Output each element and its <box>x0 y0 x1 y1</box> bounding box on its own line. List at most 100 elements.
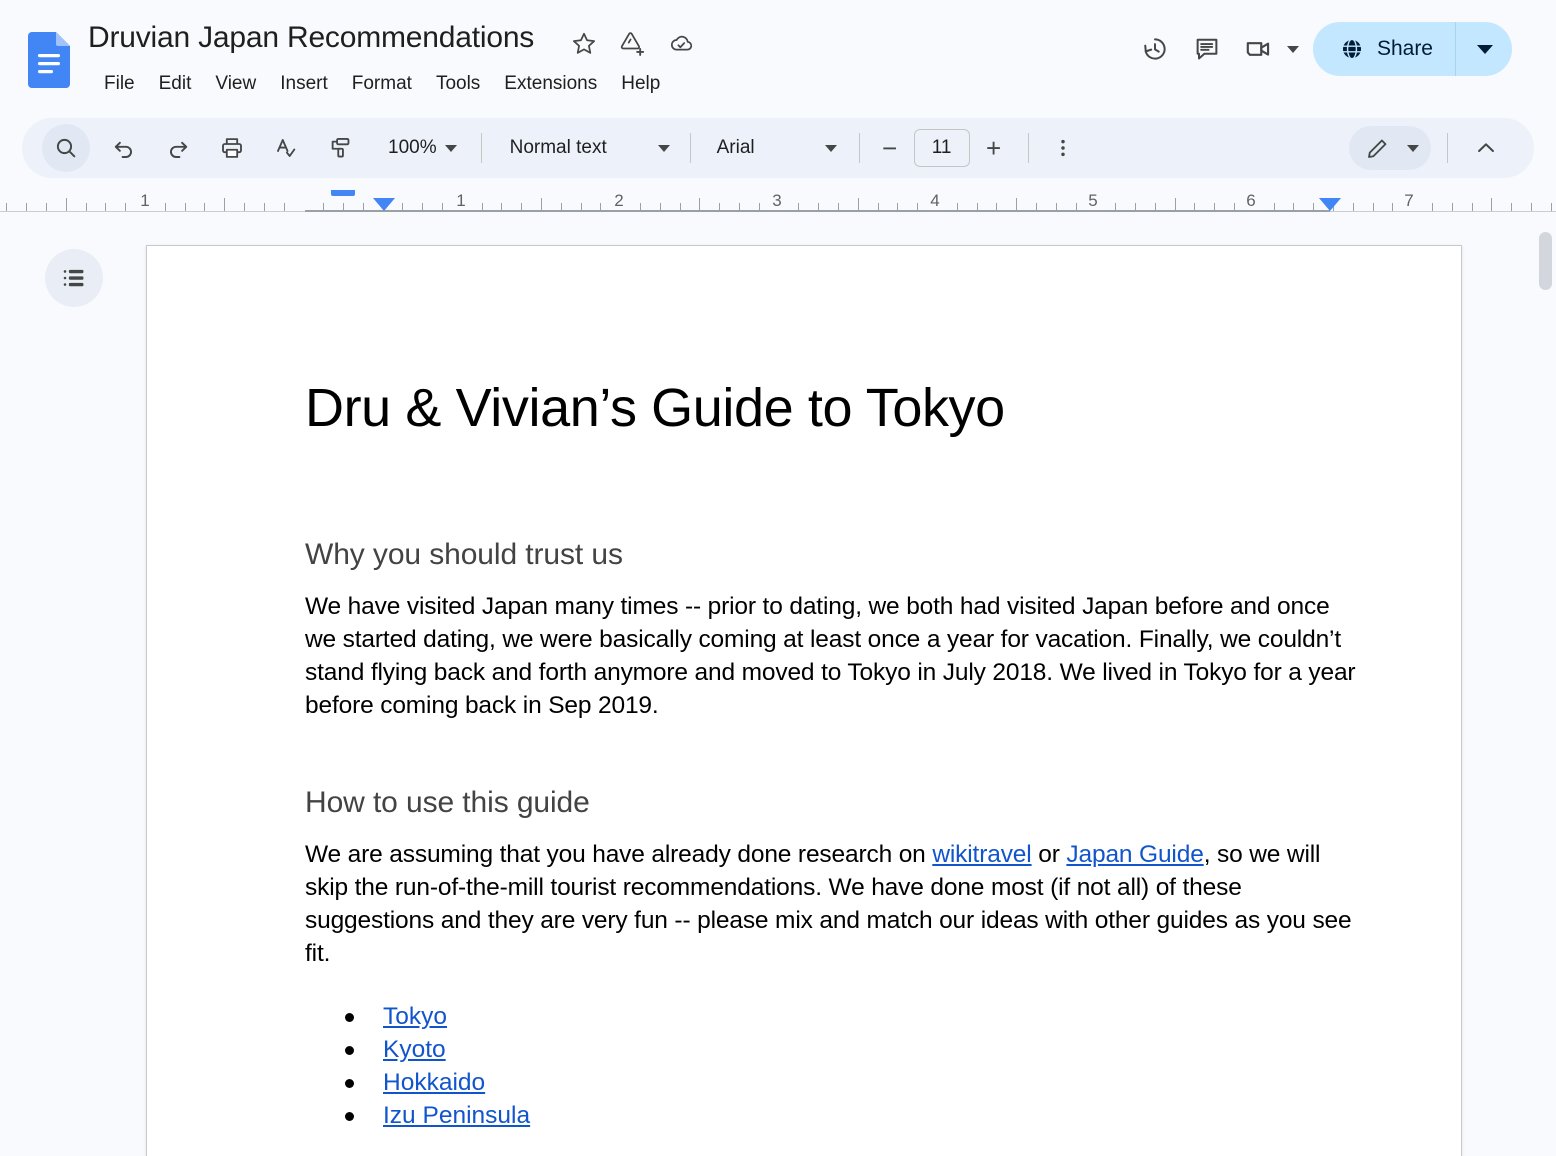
font-family-dropdown[interactable]: Arial <box>705 127 845 169</box>
left-indent-marker[interactable] <box>373 198 395 211</box>
toolbar-separator-5 <box>1447 133 1448 163</box>
star-icon[interactable] <box>570 30 598 58</box>
share-main-area[interactable]: Share <box>1313 22 1456 76</box>
document-ruler[interactable]: 1 1 2 3 4 5 6 7 <box>0 190 1556 218</box>
increase-font-size-button[interactable]: + <box>974 128 1014 168</box>
search-button[interactable] <box>42 124 90 172</box>
ruler-tick <box>1373 203 1374 211</box>
vertical-scrollbar-thumb[interactable] <box>1539 232 1552 290</box>
menu-insert[interactable]: Insert <box>268 68 340 100</box>
font-size-input[interactable]: 11 <box>913 129 970 167</box>
document-outline-button[interactable] <box>45 249 103 307</box>
menu-edit[interactable]: Edit <box>147 68 204 100</box>
bullet-icon <box>345 1112 354 1121</box>
chevron-up-icon <box>1478 143 1494 153</box>
ruler-tick <box>1016 198 1017 211</box>
ruler-tick <box>422 203 423 211</box>
ruler-number: 2 <box>614 191 624 210</box>
paint-format-icon <box>331 137 350 158</box>
ruler-number: 6 <box>1246 191 1256 210</box>
menu-format[interactable]: Format <box>340 68 424 100</box>
menu-file[interactable]: File <box>92 68 147 100</box>
menu-extensions[interactable]: Extensions <box>492 68 609 100</box>
vertical-scrollbar-track[interactable] <box>1534 218 1556 1156</box>
document-page[interactable]: Dru & Vivian’s Guide to Tokyo Why you sh… <box>146 245 1462 1156</box>
destination-list: Tokyo Kyoto Hokkaido Izu Peninsula <box>305 1000 1361 1132</box>
first-line-indent-marker[interactable] <box>331 190 355 196</box>
undo-button[interactable] <box>100 124 148 172</box>
cloud-saved-icon[interactable] <box>666 30 694 58</box>
ruler-tick <box>1135 203 1136 211</box>
ruler-tick <box>957 203 958 211</box>
ruler-tick <box>363 203 364 211</box>
right-indent-marker[interactable] <box>1319 198 1341 211</box>
link-tokyo[interactable]: Tokyo <box>383 1003 447 1030</box>
link-wikitravel[interactable]: wikitravel <box>932 841 1031 868</box>
ruler-tick <box>1036 203 1037 211</box>
share-button[interactable]: Share <box>1312 22 1512 76</box>
list-item: Izu Peninsula <box>305 1099 1361 1132</box>
spelling-check-icon <box>277 139 296 157</box>
decrease-font-size-button[interactable]: − <box>870 128 910 168</box>
ruler-tick <box>917 203 918 211</box>
zoom-dropdown[interactable]: 100% <box>376 127 465 169</box>
docs-logo-icon[interactable] <box>28 32 70 88</box>
doc-heading-howto: How to use this guide <box>305 786 590 819</box>
ruler-tick <box>323 203 324 211</box>
doc-heading-trust: Why you should trust us <box>305 538 623 571</box>
document-outline-icon <box>63 269 84 287</box>
title-block: Druvian Japan Recommendations <box>88 18 534 58</box>
bullet-icon <box>345 1046 354 1055</box>
share-dropdown-button[interactable] <box>1456 22 1512 76</box>
menu-tools[interactable]: Tools <box>424 68 492 100</box>
doc-paragraph-howto: We are assuming that you have already do… <box>305 838 1361 970</box>
menu-view[interactable]: View <box>203 68 268 100</box>
more-options-button[interactable] <box>1039 124 1087 172</box>
ruler-tick <box>739 203 740 211</box>
ruler-tick <box>66 198 67 211</box>
comment-history-button[interactable] <box>1181 23 1233 75</box>
ruler-tick <box>125 203 126 211</box>
meet-camera-button[interactable] <box>1233 23 1285 75</box>
ruler-tick <box>1491 198 1492 211</box>
link-izu-peninsula[interactable]: Izu Peninsula <box>383 1102 530 1129</box>
move-to-folder-icon[interactable] <box>618 30 646 58</box>
spelling-check-button[interactable] <box>262 124 310 172</box>
ruler-tick <box>442 203 443 211</box>
ruler-tick <box>1293 203 1294 211</box>
ruler-tick <box>264 203 265 211</box>
ruler-tick <box>996 203 997 211</box>
ruler-tick <box>818 203 819 211</box>
document-title[interactable]: Druvian Japan Recommendations <box>88 18 534 58</box>
ruler-tick <box>1452 203 1453 211</box>
ruler-tick <box>1511 203 1512 211</box>
redo-button[interactable] <box>154 124 202 172</box>
ruler-tick <box>86 203 87 211</box>
paint-format-button[interactable] <box>316 124 364 172</box>
print-button[interactable] <box>208 124 256 172</box>
comment-history-icon <box>1196 38 1218 60</box>
ruler-tick <box>224 198 225 211</box>
ruler-tick <box>26 203 27 211</box>
paragraph-style-dropdown[interactable]: Normal text <box>498 127 678 169</box>
ruler-tick <box>1056 203 1057 211</box>
document-content[interactable]: Dru & Vivian’s Guide to Tokyo Why you sh… <box>147 246 1461 1132</box>
menu-help[interactable]: Help <box>609 68 672 100</box>
toolbar-separator-1 <box>480 133 482 163</box>
edit-mode-dropdown[interactable] <box>1349 126 1431 170</box>
version-history-button[interactable] <box>1129 23 1181 75</box>
ruler-tick <box>1531 203 1532 211</box>
meet-chevron-down-icon[interactable] <box>1286 45 1299 53</box>
toolbar-separator-2 <box>689 133 691 163</box>
ruler-number: 4 <box>930 191 940 210</box>
link-japan-guide[interactable]: Japan Guide <box>1066 841 1203 868</box>
ruler-tick <box>1115 203 1116 211</box>
ruler-tick <box>165 203 166 211</box>
link-hokkaido[interactable]: Hokkaido <box>383 1069 485 1096</box>
ruler-tick <box>1392 203 1393 211</box>
link-kyoto[interactable]: Kyoto <box>383 1036 446 1063</box>
collapse-toolbar-button[interactable] <box>1462 124 1510 172</box>
ruler-tick <box>1274 203 1275 211</box>
ruler-tick <box>1234 203 1235 211</box>
